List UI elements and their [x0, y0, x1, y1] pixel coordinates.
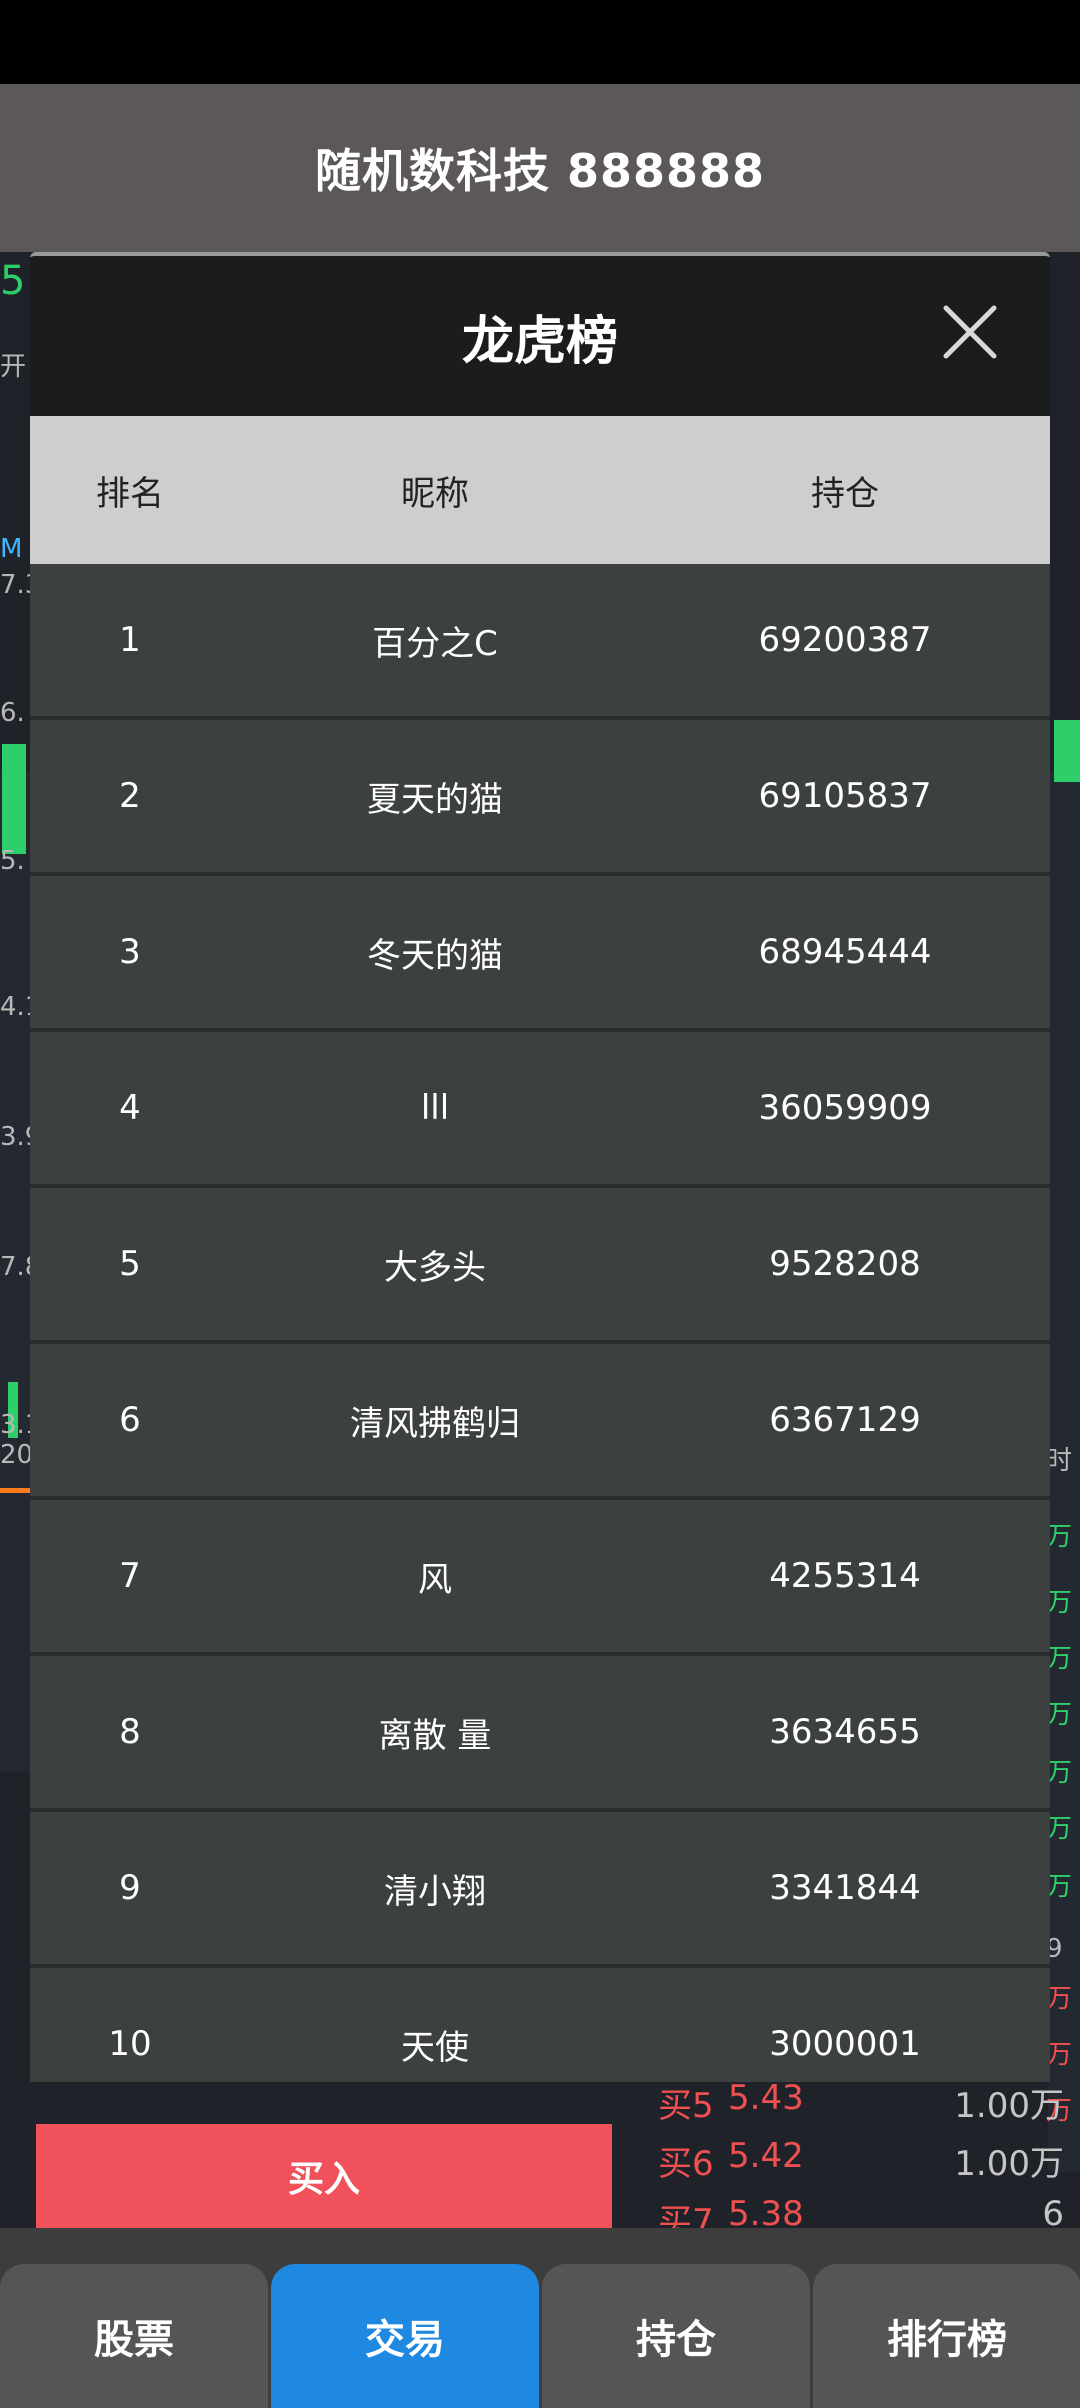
order-book-row: 买5 5.43 1.00万 [640, 2078, 1080, 2136]
rank-cell: 8 [119, 1712, 141, 1752]
background-text: 万 [1046, 1814, 1073, 1844]
status-bar [0, 0, 1080, 84]
order-price: 5.42 [728, 2136, 804, 2176]
background-text: 20 [0, 1440, 34, 1470]
top-bar: 随机数科技 888888 [0, 84, 1080, 252]
leaderboard-dialog: 龙虎榜 排名 昵称 持仓 1 百分之C 69200387 2 夏天的猫 69105837 3… [30, 252, 1050, 2082]
table-row: 2 夏天的猫 69105837 [30, 720, 1050, 876]
name-cell: 百分之C [372, 623, 498, 664]
position-cell: 4255314 [769, 1556, 921, 1596]
rank-cell: 9 [119, 1868, 141, 1908]
background-text: 开 [0, 352, 27, 382]
background-text: 万 [1046, 1872, 1073, 1902]
background-text: 万 [1046, 1522, 1073, 1552]
name-cell: 清小翔 [384, 1871, 486, 1912]
close-icon [943, 305, 997, 359]
table-row: 6 清风拂鹤归 6367129 [30, 1344, 1050, 1500]
background-text: 时 [1046, 1446, 1073, 1476]
rank-cell: 1 [119, 620, 141, 660]
rank-cell: 5 [119, 1244, 141, 1284]
position-cell: 3634655 [769, 1712, 921, 1752]
table-row: 9 清小翔 3341844 [30, 1812, 1050, 1968]
order-book-row: 买7 5.38 6 [640, 2194, 1080, 2228]
name-cell: 风 [418, 1559, 452, 1600]
background-text: 万 [1046, 1984, 1073, 2014]
tab-stocks[interactable]: 股票 [0, 2264, 268, 2408]
order-book-row: 买6 5.42 1.00万 [640, 2136, 1080, 2194]
order-label: 买5 [658, 2086, 714, 2126]
background-line [0, 1488, 30, 1493]
background-text: 6. [0, 698, 25, 728]
dialog-header: 龙虎榜 [30, 256, 1050, 416]
column-header-name: 昵称 [401, 473, 469, 514]
position-cell: 69105837 [758, 776, 932, 816]
close-button[interactable] [940, 302, 1000, 362]
table-row: 10 天使 3000001 [30, 1968, 1050, 2082]
rank-cell: 6 [119, 1400, 141, 1440]
bottom-nav: 股票 交易 持仓 排行榜 [0, 2228, 1080, 2408]
name-cell: 大多头 [384, 1247, 486, 1288]
background-text: 5. [0, 846, 25, 876]
table-row: 8 离散 量 3634655 [30, 1656, 1050, 1812]
order-price: 5.43 [728, 2078, 804, 2118]
name-cell: 清风拂鹤归 [350, 1403, 520, 1444]
background-text: 万 [1046, 1758, 1073, 1788]
table-header: 排名 昵称 持仓 [30, 416, 1050, 564]
name-cell: 离散 量 [378, 1715, 492, 1756]
table-row: 7 风 4255314 [30, 1500, 1050, 1656]
background-candle [1054, 720, 1080, 782]
page-title: 随机数科技 888888 [314, 144, 766, 198]
rank-cell: 4 [119, 1088, 141, 1128]
position-cell: 6367129 [769, 1400, 921, 1440]
background-text: 万 [1046, 1644, 1073, 1674]
order-price: 5.38 [728, 2194, 804, 2228]
position-cell: 68945444 [758, 932, 932, 972]
position-cell: 3341844 [769, 1868, 921, 1908]
tab-ranking[interactable]: 排行榜 [813, 2264, 1080, 2408]
background-text: 9 [1046, 1934, 1063, 1964]
column-header-rank: 排名 [96, 473, 164, 514]
rank-cell: 7 [119, 1556, 141, 1596]
tab-trade[interactable]: 交易 [271, 2264, 539, 2408]
order-label: 买7 [658, 2202, 714, 2228]
table-row: 3 冬天的猫 68945444 [30, 876, 1050, 1032]
background-text: 万 [1046, 1588, 1073, 1618]
rank-cell: 2 [119, 776, 141, 816]
order-volume: 6 [1042, 2194, 1064, 2228]
background-text: 5 [0, 258, 26, 304]
table-row: 4 lll 36059909 [30, 1032, 1050, 1188]
name-cell: 天使 [401, 2027, 469, 2068]
buy-button[interactable]: 买入 [36, 2124, 612, 2228]
background-text: M [0, 534, 23, 564]
order-volume: 1.00万 [954, 2144, 1064, 2184]
position-cell: 36059909 [758, 1088, 932, 1128]
tab-holdings[interactable]: 持仓 [542, 2264, 810, 2408]
name-cell: 冬天的猫 [367, 935, 503, 976]
dialog-title: 龙虎榜 [461, 311, 618, 372]
background-text: 万 [1046, 2040, 1073, 2070]
rank-cell: 3 [119, 932, 141, 972]
background-text: 万 [1046, 1700, 1073, 1730]
order-label: 买6 [658, 2144, 714, 2184]
position-cell: 9528208 [769, 1244, 921, 1284]
position-cell: 3000001 [769, 2024, 921, 2064]
table-row: 1 百分之C 69200387 [30, 564, 1050, 720]
table-row: 5 大多头 9528208 [30, 1188, 1050, 1344]
order-volume: 1.00万 [954, 2086, 1064, 2126]
position-cell: 69200387 [758, 620, 932, 660]
column-header-position: 持仓 [811, 473, 879, 514]
rank-cell: 10 [108, 2024, 152, 2064]
name-cell: 夏天的猫 [367, 779, 503, 820]
name-cell: lll [420, 1088, 450, 1128]
background-candle [2, 744, 26, 854]
